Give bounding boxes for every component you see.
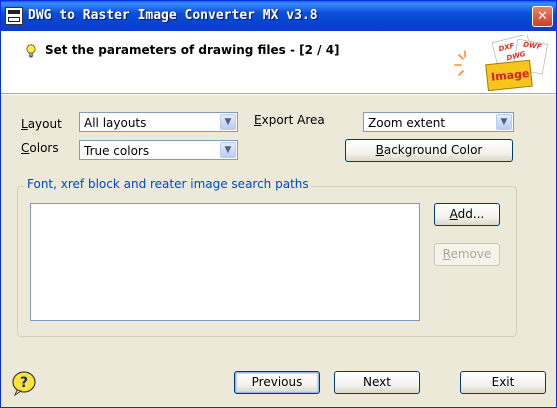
raster-image-logo: DXF DWF DWG Image (454, 35, 548, 91)
background-color-button[interactable]: Background Color (345, 139, 513, 162)
layout-label: Layout (21, 117, 62, 131)
export-area-select[interactable]: Zoom extent ▼ (363, 112, 514, 132)
lightbulb-icon (26, 44, 36, 58)
step-title: Set the parameters of drawing files - [2… (45, 43, 340, 57)
help-icon[interactable]: ? (11, 370, 37, 396)
chevron-down-icon[interactable]: ▼ (220, 114, 236, 130)
chevron-down-icon[interactable]: ▼ (496, 114, 512, 130)
layout-label-rest: ayout (27, 117, 62, 131)
background-color-button-rest: ackground Color (383, 143, 483, 157)
close-button[interactable]: ✕ (532, 6, 553, 27)
add-path-button[interactable]: Add... (434, 203, 500, 226)
colors-select[interactable]: True colors ▼ (79, 140, 238, 160)
next-button[interactable]: Next (334, 371, 420, 394)
window-title: DWG to Raster Image Converter MX v3.8 (28, 8, 318, 23)
previous-button[interactable]: Previous (234, 371, 320, 394)
export-area-label-rest: xport Area (261, 113, 325, 127)
title-bar[interactable]: DWG to Raster Image Converter MX v3.8 ✕ (1, 1, 556, 31)
app-icon (5, 7, 23, 25)
chevron-down-icon[interactable]: ▼ (220, 142, 236, 158)
colors-select-value: True colors (84, 144, 150, 158)
layout-select-value: All layouts (84, 116, 147, 130)
svg-text:?: ? (20, 375, 28, 391)
search-paths-caption: Font, xref block and reater image search… (25, 177, 311, 191)
colors-label-rest: olors (29, 141, 59, 155)
converter-window: DWG to Raster Image Converter MX v3.8 ✕ … (0, 0, 557, 408)
export-area-select-value: Zoom extent (368, 116, 446, 130)
wizard-header: Set the parameters of drawing files - [2… (1, 31, 556, 95)
add-path-button-rest: dd... (457, 207, 485, 221)
export-area-label: Export Area (254, 113, 325, 127)
search-paths-list[interactable] (30, 203, 420, 321)
remove-path-button[interactable]: Remove (434, 243, 500, 266)
layout-select[interactable]: All layouts ▼ (79, 112, 238, 132)
colors-label: Colors (21, 141, 59, 155)
remove-path-button-rest: emove (450, 247, 492, 261)
exit-button[interactable]: Exit (460, 371, 546, 394)
